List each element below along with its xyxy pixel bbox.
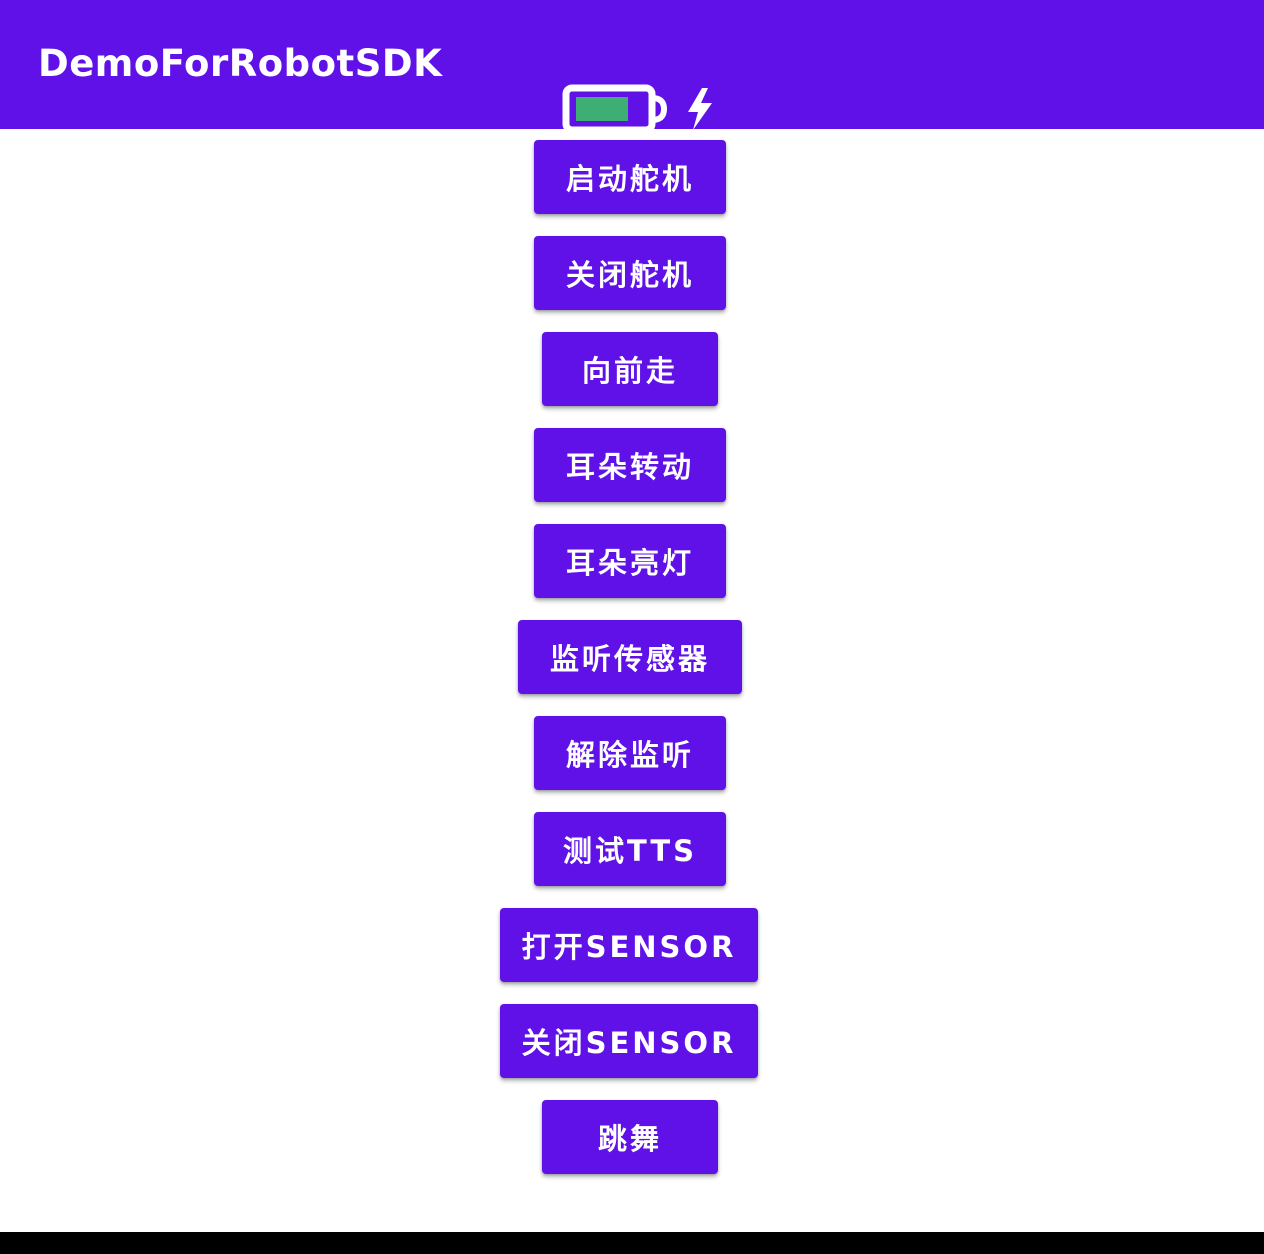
stop-listen-button[interactable]: 解除监听: [534, 716, 726, 790]
close-sensor-button[interactable]: 关闭SENSOR: [500, 1004, 758, 1078]
app-title: DemoForRobotSDK: [38, 42, 443, 85]
test-tts-button[interactable]: 测试TTS: [534, 812, 726, 886]
dance-button[interactable]: 跳舞: [542, 1100, 718, 1174]
stop-servo-button[interactable]: 关闭舵机: [534, 236, 726, 310]
ear-light-button[interactable]: 耳朵亮灯: [534, 524, 726, 598]
app-bar: DemoForRobotSDK: [0, 0, 1264, 134]
ear-rotate-button[interactable]: 耳朵转动: [534, 428, 726, 502]
walk-forward-button[interactable]: 向前走: [542, 332, 718, 406]
status-icons: [562, 84, 722, 134]
charging-bolt-icon: [688, 88, 712, 130]
start-servo-button[interactable]: 启动舵机: [534, 140, 726, 214]
navigation-bar: [0, 1232, 1264, 1254]
open-sensor-button[interactable]: 打开SENSOR: [500, 908, 758, 982]
listen-sensor-button[interactable]: 监听传感器: [518, 620, 742, 694]
